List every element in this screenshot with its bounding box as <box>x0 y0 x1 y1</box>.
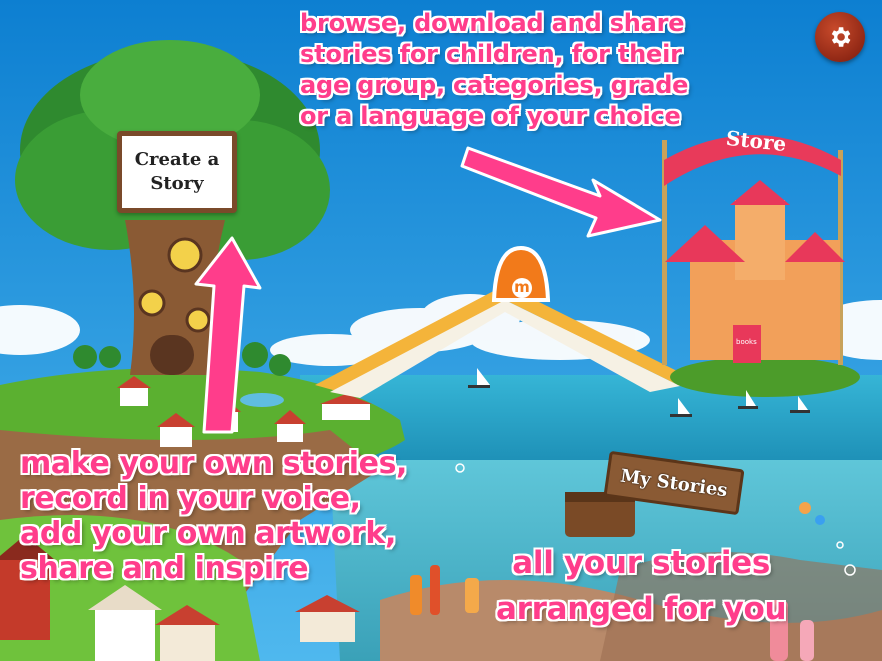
settings-button[interactable] <box>815 12 865 62</box>
my-stories-sign-label: My Stories <box>619 465 729 501</box>
store-description: browse, download and share stories for c… <box>300 9 689 130</box>
create-story-sign-label: Create a Story <box>134 149 220 194</box>
book-logo[interactable]: m <box>512 278 532 298</box>
create-story-description: make your own stories, record in your vo… <box>20 446 408 586</box>
create-story-sign[interactable]: Create a Story <box>117 131 237 213</box>
store-door-label: books <box>736 338 757 346</box>
my-stories-description: all your stories arranged for you <box>496 545 787 627</box>
gear-icon <box>831 27 851 47</box>
